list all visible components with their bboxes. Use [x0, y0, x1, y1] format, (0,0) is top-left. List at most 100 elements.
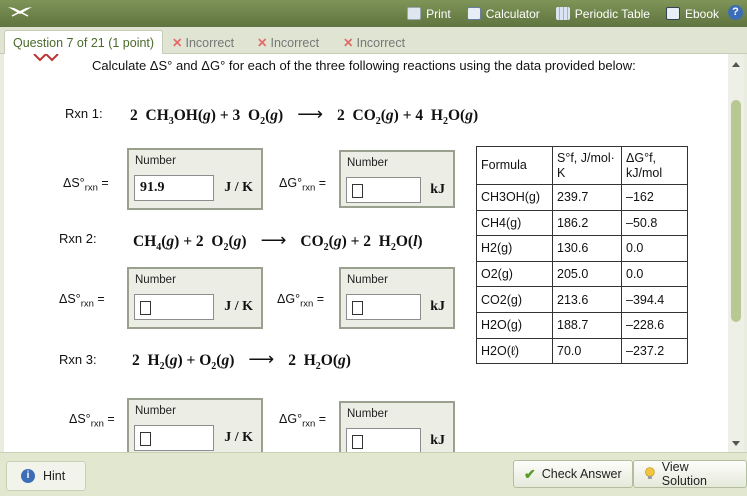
- rxn-1-ds-label: ΔS°rxn =: [63, 176, 109, 194]
- tab-attempt-2[interactable]: ✕ Incorrect: [249, 30, 327, 54]
- view-solution-label: View Solution: [661, 460, 707, 488]
- table-cell: –162: [621, 184, 688, 211]
- table-cell: –50.8: [621, 209, 688, 237]
- bottom-action-bar: i Hint ✔ Check Answer View Solution: [0, 452, 747, 496]
- number-caption: Number: [135, 155, 176, 167]
- table-cell: 239.7: [552, 184, 622, 211]
- calculator-button[interactable]: Calculator: [466, 6, 540, 21]
- table-row: CH3OH(g) 239.7 –162: [476, 184, 688, 211]
- table-row: CO2(g) 213.6 –394.4: [476, 286, 688, 313]
- print-button[interactable]: Print: [407, 7, 451, 21]
- number-caption: Number: [135, 274, 176, 286]
- ds-unit: J / K: [224, 180, 253, 195]
- lightbulb-icon: [645, 467, 655, 479]
- tab-attempt-3-label: Incorrect: [356, 36, 406, 50]
- ds-unit: J / K: [224, 430, 253, 445]
- rxn-1-label: Rxn 1:: [65, 106, 103, 121]
- rxn-1-ds-entry: Number 91.9 J / K: [127, 148, 263, 210]
- rxn-2-ds-input[interactable]: [134, 294, 214, 320]
- tab-attempt-3[interactable]: ✕ Incorrect: [335, 30, 413, 54]
- view-solution-button[interactable]: View Solution: [633, 460, 747, 488]
- scroll-thumb[interactable]: [731, 100, 741, 322]
- dg-unit: kJ: [430, 433, 445, 448]
- table-cell: 70.0: [552, 337, 622, 365]
- periodic-table-icon: [555, 7, 570, 20]
- instructions-text: Calculate ΔS° and ΔG° for each of the th…: [92, 58, 636, 73]
- hint-button[interactable]: i Hint: [6, 461, 86, 491]
- table-row: H2O(ℓ) 70.0 –237.2: [476, 337, 688, 365]
- tab-question[interactable]: Question 7 of 21 (1 point): [4, 30, 164, 54]
- periodic-table-button[interactable]: Periodic Table: [555, 6, 650, 21]
- question-content: Calculate ΔS° and ΔG° for each of the th…: [4, 54, 728, 452]
- text-caret: [140, 432, 151, 446]
- text-caret: [352, 184, 363, 198]
- rxn-2-dg-label: ΔG°rxn =: [277, 292, 325, 310]
- rxn-3-dg-input[interactable]: [346, 428, 421, 452]
- thermo-data-table: Formula S°f, J/mol· K ΔG°f, kJ/mol CH3OH…: [476, 146, 688, 365]
- rxn-2-ds-label: ΔS°rxn =: [59, 292, 105, 310]
- table-header-row: Formula S°f, J/mol· K ΔG°f, kJ/mol: [476, 146, 688, 185]
- tab-question-label: Question 7 of 21 (1 point): [13, 36, 155, 50]
- rxn-3-dg-entry: Number kJ: [339, 401, 455, 452]
- check-answer-button[interactable]: ✔ Check Answer: [513, 460, 633, 488]
- number-caption: Number: [347, 274, 388, 286]
- rxn-1-dg-input[interactable]: [346, 177, 421, 203]
- number-caption: Number: [347, 157, 388, 169]
- tab-attempt-1-label: Incorrect: [185, 36, 235, 50]
- table-cell: 0.0: [621, 260, 688, 288]
- check-answer-label: Check Answer: [541, 467, 622, 481]
- question-decor-icon: [33, 54, 59, 62]
- toolbar-links: Print Calculator Periodic Table Ebook: [407, 0, 719, 27]
- top-toolbar: Print Calculator Periodic Table Ebook ?: [0, 0, 747, 27]
- number-caption: Number: [135, 405, 176, 417]
- rxn-3-equation: 2 H2(g) + O2(g) ⟶ 2 H2O(g): [132, 349, 351, 373]
- question-tabbar: Question 7 of 21 (1 point) ✕ Incorrect ✕ I…: [0, 27, 747, 54]
- text-caret: [352, 435, 363, 449]
- rxn-3-ds-label: ΔS°rxn =: [69, 412, 115, 430]
- table-cell: O2(g): [476, 260, 553, 288]
- table-cell: –394.4: [621, 286, 688, 313]
- scroll-down-arrow-icon[interactable]: [732, 441, 740, 446]
- rxn-1-dg-label: ΔG°rxn =: [279, 176, 327, 194]
- rxn-3-ds-entry: Number J / K: [127, 398, 263, 452]
- tab-attempt-2-label: Incorrect: [270, 36, 320, 50]
- print-icon: [407, 7, 422, 20]
- logo-icon: [8, 7, 32, 17]
- rxn-3-ds-input[interactable]: [134, 425, 214, 451]
- rxn-2-dg-input[interactable]: [346, 294, 421, 320]
- info-icon: i: [21, 469, 35, 483]
- table-cell: 188.7: [552, 311, 622, 339]
- incorrect-x-icon: ✕: [343, 36, 354, 50]
- dg-unit: kJ: [430, 182, 445, 197]
- rxn-2-ds-entry: Number J / K: [127, 267, 263, 329]
- ebook-button[interactable]: Ebook: [665, 6, 719, 21]
- rxn-1-dg-entry: Number kJ: [339, 150, 455, 208]
- table-cell: 0.0: [621, 235, 688, 262]
- table-cell: H2(g): [476, 235, 553, 262]
- content-scrollbar[interactable]: [728, 54, 744, 452]
- ebook-label: Ebook: [684, 6, 719, 21]
- table-row: O2(g) 205.0 0.0: [476, 260, 688, 288]
- table-cell: –228.6: [621, 311, 688, 339]
- checkmark-icon: ✔: [524, 465, 536, 482]
- calculator-icon: [466, 7, 481, 20]
- calculator-label: Calculator: [485, 6, 540, 21]
- table-cell: CO2(g): [476, 286, 553, 313]
- dg-unit: kJ: [430, 299, 445, 314]
- table-cell: CH4(g): [476, 209, 553, 237]
- table-cell: H2O(ℓ): [476, 337, 553, 365]
- tab-attempt-1[interactable]: ✕ Incorrect: [164, 30, 242, 54]
- text-caret: [352, 301, 363, 315]
- help-icon[interactable]: ?: [728, 5, 743, 20]
- scroll-up-arrow-icon[interactable]: [732, 62, 740, 67]
- ds-unit: J / K: [224, 299, 253, 314]
- table-header-formula: Formula: [476, 146, 553, 185]
- text-caret: [140, 301, 151, 315]
- table-header-gibbs: ΔG°f, kJ/mol: [621, 146, 688, 185]
- table-cell: 130.6: [552, 235, 622, 262]
- rxn-1-ds-input[interactable]: 91.9: [134, 175, 214, 201]
- rxn-3-label: Rxn 3:: [59, 352, 97, 367]
- table-row: H2O(g) 188.7 –228.6: [476, 311, 688, 339]
- table-cell: –237.2: [621, 337, 688, 365]
- periodic-table-label: Periodic Table: [574, 6, 650, 21]
